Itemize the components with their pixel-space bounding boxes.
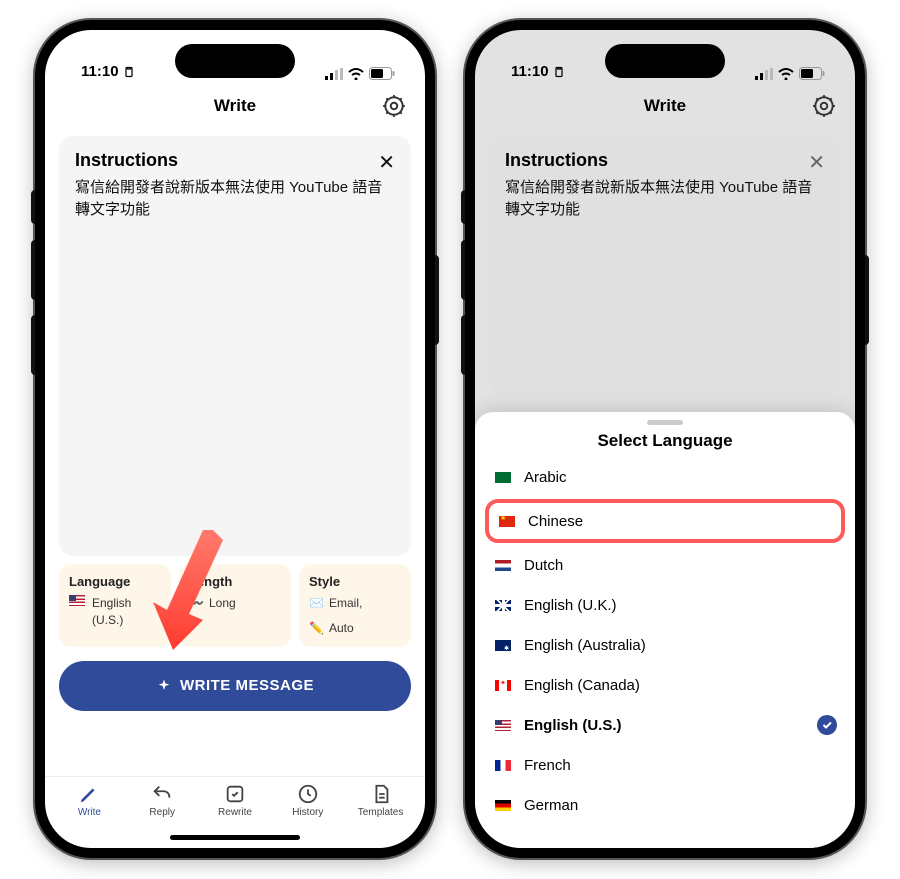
flag-icon [495, 800, 511, 811]
dynamic-island [175, 44, 295, 78]
home-indicator[interactable] [170, 835, 300, 840]
status-time: 11:10 [511, 63, 549, 80]
flag-icon [495, 760, 511, 771]
check-icon [817, 715, 837, 735]
tab-label: Templates [358, 807, 404, 818]
wifi-icon [778, 68, 794, 80]
tab-label: Rewrite [218, 807, 252, 818]
settings-button[interactable] [811, 93, 837, 119]
language-label: Dutch [524, 557, 563, 574]
screen-write: 11:10 Write Instructions ✕ 寫信給開發者說新版本無法使… [45, 30, 425, 848]
language-item-arabic[interactable]: Arabic [475, 457, 855, 497]
flag-icon [495, 680, 511, 691]
language-item-english-australia-[interactable]: English (Australia) [475, 625, 855, 665]
screen-language-select: 11:10 Write Instructions ✕ 寫信給開發者說新版本無法使… [475, 30, 855, 848]
status-time: 11:10 [81, 63, 119, 80]
language-sheet: Select Language Arabic Chinese Dutch Englis… [475, 412, 855, 848]
language-label: English (Canada) [524, 677, 640, 694]
language-label: Chinese [528, 513, 583, 530]
phone-left: 11:10 Write Instructions ✕ 寫信給開發者說新版本無法使… [35, 20, 435, 858]
sheet-grabber[interactable] [647, 420, 683, 425]
sparkle-icon [156, 678, 172, 694]
instructions-heading: Instructions [75, 150, 395, 171]
option-language[interactable]: Language English (U.S.) [59, 564, 171, 647]
wifi-icon [348, 68, 364, 80]
language-label: English (U.K.) [524, 597, 617, 614]
dynamic-island [605, 44, 725, 78]
instructions-body: 寫信給開發者說新版本無法使用 YouTube 語音轉文字功能 [505, 177, 825, 221]
language-item-german[interactable]: German [475, 785, 855, 825]
close-instructions-button[interactable]: ✕ [808, 150, 825, 175]
language-item-dutch[interactable]: Dutch [475, 545, 855, 585]
reply-icon [151, 783, 173, 805]
tab-label: History [292, 807, 323, 818]
language-list[interactable]: Arabic Chinese Dutch English (U.K.) English … [475, 457, 855, 825]
language-item-english-u-s-[interactable]: English (U.S.) [475, 705, 855, 745]
signal-icon [755, 68, 773, 80]
clipboard-icon [123, 66, 135, 78]
tab-label: Write [78, 807, 101, 818]
instructions-heading: Instructions [505, 150, 825, 171]
tab-label: Reply [149, 807, 175, 818]
instructions-body: 寫信給開發者說新版本無法使用 YouTube 語音轉文字功能 [75, 177, 395, 221]
status-right [755, 67, 825, 80]
option-length-value: Long [209, 595, 236, 612]
close-instructions-button[interactable]: ✕ [378, 150, 395, 175]
navbar: Write [45, 84, 425, 128]
language-item-chinese[interactable]: Chinese [485, 499, 845, 543]
instructions-card-dimmed: Instructions ✕ 寫信給開發者說新版本無法使用 YouTube 語音… [489, 136, 841, 396]
rewrite-icon [224, 783, 246, 805]
instructions-card[interactable]: Instructions ✕ 寫信給開發者說新版本無法使用 YouTube 語音… [59, 136, 411, 556]
flag-icon [495, 720, 511, 731]
battery-icon [799, 67, 825, 80]
phone-right: 11:10 Write Instructions ✕ 寫信給開發者說新版本無法使… [465, 20, 865, 858]
clock-icon [297, 783, 319, 805]
language-label: French [524, 757, 571, 774]
flag-icon [495, 640, 511, 651]
clipboard-icon [553, 66, 565, 78]
battery-icon [369, 67, 395, 80]
settings-button[interactable] [381, 93, 407, 119]
signal-icon [325, 68, 343, 80]
language-item-french[interactable]: French [475, 745, 855, 785]
gear-icon [381, 93, 407, 119]
flag-icon [499, 516, 515, 527]
language-label: German [524, 797, 578, 814]
tab-write[interactable]: Write [53, 783, 126, 848]
flag-icon [495, 472, 511, 483]
write-message-label: WRITE MESSAGE [180, 677, 314, 694]
option-style[interactable]: Style ✉️Email, ✏️Auto [299, 564, 411, 647]
language-label: English (U.S.) [524, 717, 622, 734]
tab-templates[interactable]: Templates [344, 783, 417, 848]
option-language-value: English (U.S.) [92, 595, 161, 629]
option-length-label: Length [189, 574, 281, 589]
option-length[interactable]: Length 〰️Long [179, 564, 291, 647]
gear-icon [811, 93, 837, 119]
option-style-value2: Auto [329, 620, 354, 637]
language-label: English (Australia) [524, 637, 646, 654]
language-item-english-canada-[interactable]: English (Canada) [475, 665, 855, 705]
navbar: Write [475, 84, 855, 128]
write-message-button[interactable]: WRITE MESSAGE [59, 661, 411, 711]
language-label: Arabic [524, 469, 567, 486]
language-item-english-u-k-[interactable]: English (U.K.) [475, 585, 855, 625]
sheet-title: Select Language [475, 431, 855, 451]
envelope-icon: ✉️ [309, 595, 325, 612]
doc-icon [370, 783, 392, 805]
options-row: Language English (U.S.) Length 〰️Long St… [59, 564, 411, 647]
wavy-icon: 〰️ [189, 595, 205, 612]
option-style-label: Style [309, 574, 401, 589]
flag-icon [495, 600, 511, 611]
nav-title: Write [644, 96, 686, 116]
status-right [325, 67, 395, 80]
pencil-icon [78, 783, 100, 805]
option-style-value1: Email, [329, 595, 362, 612]
flag-us-icon [69, 595, 85, 606]
flag-icon [495, 560, 511, 571]
nav-title: Write [214, 96, 256, 116]
pencil-icon: ✏️ [309, 620, 325, 637]
option-language-label: Language [69, 574, 161, 589]
